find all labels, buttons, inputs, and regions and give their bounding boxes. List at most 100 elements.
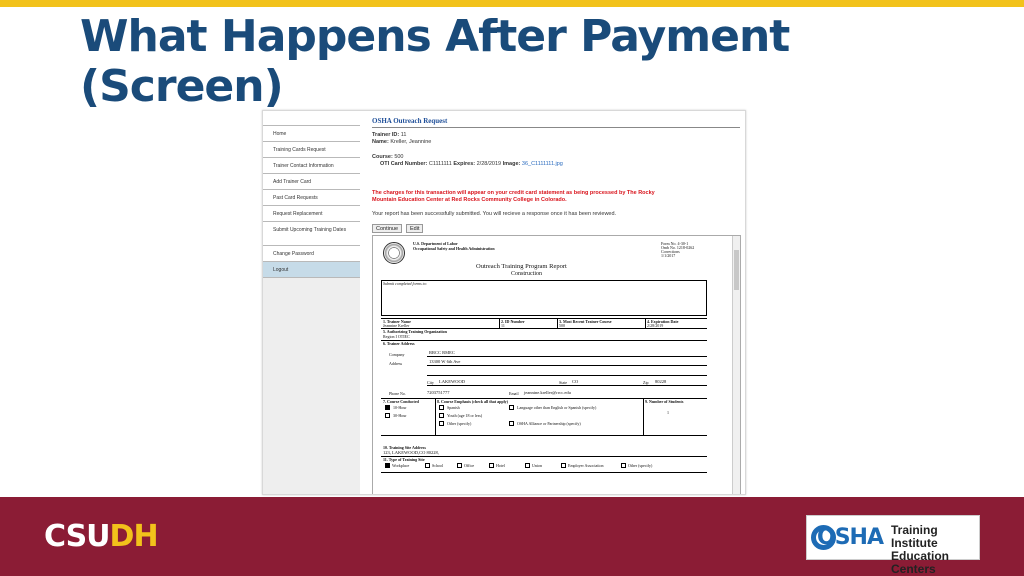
hotel-checkbox[interactable] [489, 463, 494, 468]
osha-education-centers-logo: OSHA Training Institute Education Center… [806, 515, 980, 576]
ten-hour-label: 10-Hour [393, 405, 407, 410]
youth-checkbox[interactable] [439, 413, 444, 418]
other-site-checkbox[interactable] [621, 463, 626, 468]
submit-to-label: Submit completed forms to: [383, 281, 428, 286]
sidebar-item-submit-upcoming-training-dates[interactable]: Submit Upcoming Training Dates [263, 221, 360, 245]
edit-button[interactable]: Edit [406, 224, 424, 233]
workplace-checkbox[interactable] [385, 463, 390, 468]
image-label: Image: [502, 161, 521, 167]
slide-title-line1: What Happens After Payment [80, 11, 790, 62]
trainer-id-value: 11 [400, 132, 407, 138]
submit-to-box [381, 280, 707, 316]
name-label: Name: [372, 139, 389, 145]
employer-association-label: Employer Association [568, 463, 604, 468]
field8-label: 8. Course Emphasis (check all that apply… [437, 399, 509, 404]
field6-label: 6. Trainer Address [383, 341, 415, 346]
trainer-name-row: Name: Kreller, Jeannine [372, 139, 431, 146]
phone-value: 7203751777 [427, 390, 450, 395]
form-line [381, 340, 707, 341]
company-value: RRCC RMEC [429, 350, 455, 355]
expires-value: 2/28/2019 [476, 161, 502, 167]
ten-hour-checkbox[interactable] [385, 405, 390, 410]
sidebar-item-home[interactable]: Home [263, 125, 360, 141]
field10-value: 123, LAKEWOOD,CO 80228, [383, 450, 439, 455]
image-link[interactable]: 36_C1111111.jpg [522, 161, 563, 167]
course-label: Course: [372, 154, 393, 160]
sidebar-item-logout[interactable]: Logout [263, 261, 360, 277]
other-site-label: Other (specify) [628, 463, 653, 468]
dol-seal-icon [383, 242, 405, 264]
name-value: Kreller, Jeannine [390, 139, 432, 145]
sidebar-item-change-password[interactable]: Change Password [263, 245, 360, 261]
address-label: Address [389, 361, 403, 366]
form-line [499, 318, 500, 328]
sidebar-nav: Home Training Cards Request Trainer Cont… [263, 125, 360, 278]
sidebar-item-training-cards-request[interactable]: Training Cards Request [263, 141, 360, 157]
office-checkbox[interactable] [457, 463, 462, 468]
trainer-id-row: Trainer ID: 11 [372, 132, 406, 139]
union-checkbox[interactable] [525, 463, 530, 468]
oti-label: OTI Card Number: [380, 161, 428, 167]
sidebar-item-trainer-contact-information[interactable]: Trainer Contact Information [263, 157, 360, 173]
sidebar-item-past-card-requests[interactable]: Past Card Requests [263, 189, 360, 205]
hotel-label: Hotel [496, 463, 505, 468]
vertical-scrollbar[interactable] [732, 236, 740, 494]
other-language-label: Language other than English or Spanish (… [517, 405, 597, 410]
sidebar-divider [263, 277, 360, 278]
form-title-line1: Outreach Training Program Report [476, 263, 567, 270]
dept-line2: Occupational Safety and Health Administr… [413, 246, 495, 251]
union-label: Union [532, 463, 542, 468]
thirty-hour-checkbox[interactable] [385, 413, 390, 418]
form-line [381, 435, 707, 436]
workplace-label: Workplace [392, 463, 410, 468]
alliance-label: OSHA Alliance or Partnership (specify) [517, 421, 581, 426]
slide-title-line2: (Screen) [80, 61, 284, 112]
school-checkbox[interactable] [425, 463, 430, 468]
form-line [427, 365, 707, 366]
csudh-logo: CSUDH [44, 519, 159, 555]
spanish-label: Spanish [447, 405, 460, 410]
form-line [381, 456, 707, 457]
osha-wordmark: OSHA [817, 525, 884, 550]
field9-label: 9. Number of Students [645, 399, 684, 404]
report-preview: U.S. Department of Labor Occupational Sa… [372, 235, 741, 494]
sidebar-background [263, 278, 360, 494]
employer-association-checkbox[interactable] [561, 463, 566, 468]
success-message: Your report has been successfully submit… [372, 211, 617, 217]
form-line [381, 472, 707, 473]
trainer-id-label: Trainer ID: [372, 132, 400, 138]
alliance-checkbox[interactable] [509, 421, 514, 426]
other-language-checkbox[interactable] [509, 405, 514, 410]
company-label: Company [389, 352, 405, 357]
form-line [427, 385, 707, 386]
other-checkbox[interactable] [439, 421, 444, 426]
course-row: Course: 500 [372, 154, 404, 161]
form-line [557, 318, 558, 328]
request-heading: OSHA Outreach Request [372, 117, 448, 125]
form-title-line2: Construction [511, 271, 542, 277]
osha-logo-line2: Education Centers [891, 549, 950, 576]
email-value: jeannine.kreller@rrcc.edu [524, 390, 571, 395]
city-value: LAKEWOOD [439, 379, 465, 384]
csudh-logo-dh: DH [109, 519, 159, 554]
sidebar-item-add-trainer-card[interactable]: Add Trainer Card [263, 173, 360, 189]
continue-button[interactable]: Continue [372, 224, 403, 233]
sidebar-item-request-replacement[interactable]: Request Replacement [263, 205, 360, 221]
form-line [435, 398, 436, 435]
spanish-checkbox[interactable] [439, 405, 444, 410]
form-line [645, 318, 646, 328]
expires-label: Expires: [453, 161, 476, 167]
field11-label: 11. Type of Training Site [383, 457, 425, 462]
charge-notice-line1: The charges for this transaction will ap… [372, 190, 655, 196]
slide-title: What Happens After Payment (Screen) [80, 12, 840, 112]
youth-label: Youth (age 18 or less) [447, 413, 483, 418]
embedded-screenshot: Home Training Cards Request Trainer Cont… [262, 110, 746, 495]
scrollbar-thumb[interactable] [734, 250, 739, 290]
field9-value: 1 [667, 410, 669, 415]
charge-notice-line2: Mountain Education Center at Red Rocks C… [372, 197, 567, 203]
outreach-report-form: U.S. Department of Labor Occupational Sa… [379, 238, 729, 494]
form-no-line4: 1/1/2017 [661, 253, 676, 258]
address-value: 13300 W 6th Ave [429, 359, 461, 364]
zip-value: 80228 [655, 379, 667, 384]
oti-value: C1111111 [428, 161, 452, 167]
